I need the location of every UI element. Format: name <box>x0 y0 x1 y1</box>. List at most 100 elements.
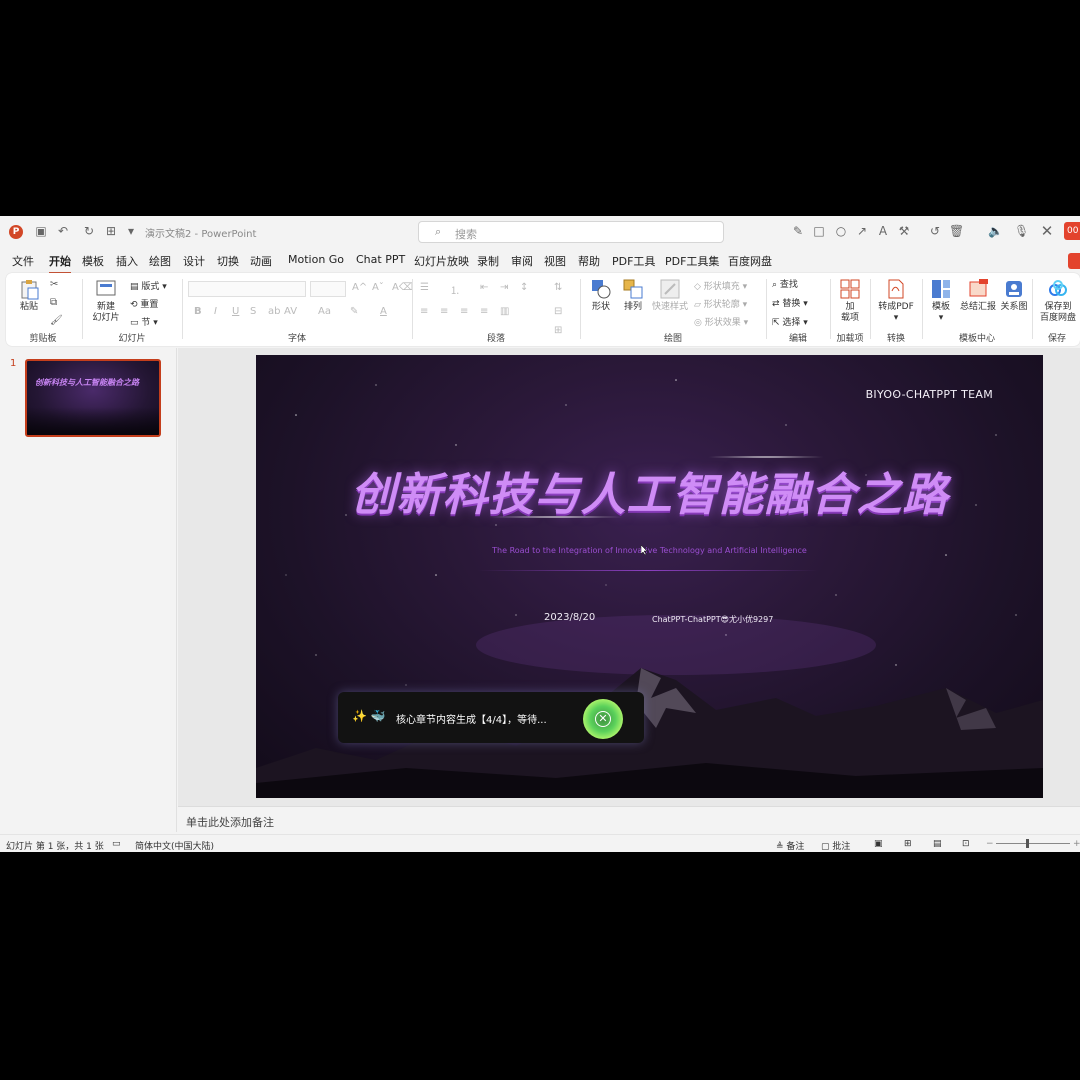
shapes-button[interactable]: 形状 <box>586 278 616 313</box>
highlight-icon[interactable]: ✎ <box>350 306 358 317</box>
tab-baidu-netdisk[interactable]: 百度网盘 <box>728 253 772 269</box>
slide-sorter-icon[interactable]: ⊞ <box>904 839 912 849</box>
accessibility-icon[interactable]: ▭ <box>112 839 121 849</box>
slide-canvas[interactable]: BIYOO-CHATPPT TEAM 创新科技与人工智能融合之路 The Roa… <box>256 355 1043 798</box>
slide-subtitle[interactable]: The Road to the Integration of Innovativ… <box>256 546 1043 555</box>
tab-templates[interactable]: 模板 <box>82 253 104 269</box>
align-right-icon[interactable]: ≡ <box>460 306 468 317</box>
tab-draw[interactable]: 绘图 <box>149 253 171 269</box>
tab-motion-go[interactable]: Motion Go <box>288 253 344 266</box>
notes-toggle[interactable]: ≜ 备注 <box>776 839 804 852</box>
font-size-select[interactable] <box>310 281 346 297</box>
undo-icon[interactable]: ↶ <box>56 224 70 238</box>
search-input[interactable]: ⌕ 搜索 <box>418 221 724 243</box>
underline-icon[interactable]: U <box>232 306 239 317</box>
close-icon[interactable]: ✕ <box>1040 224 1054 239</box>
slide-title[interactable]: 创新科技与人工智能融合之路 <box>256 458 1043 523</box>
tab-file[interactable]: 文件 <box>12 253 34 269</box>
italic-icon[interactable]: I <box>214 306 217 317</box>
new-slide-button[interactable]: 新建 幻灯片 <box>86 278 126 324</box>
shape-effects-button[interactable]: ◎ 形状效果 ▾ <box>694 315 748 328</box>
font-color-icon[interactable]: A <box>380 306 387 317</box>
trash-icon[interactable]: 🗑 <box>949 224 964 238</box>
change-case-icon[interactable]: Aa <box>318 306 331 317</box>
tab-pdf-tools[interactable]: PDF工具 <box>612 253 655 269</box>
text-icon[interactable]: A <box>876 224 890 238</box>
tab-design[interactable]: 设计 <box>183 253 205 269</box>
rectangle-icon[interactable]: □ <box>812 224 826 238</box>
layout-button[interactable]: ▤ 版式 ▾ <box>130 279 167 292</box>
tab-slideshow[interactable]: 幻灯片放映 <box>414 253 469 269</box>
text-direction-icon[interactable]: ⇅ <box>554 282 562 293</box>
undo-draw-icon[interactable]: ↺ <box>928 224 942 238</box>
quick-styles-button[interactable]: 快速样式 <box>650 278 690 313</box>
reset-button[interactable]: ⟲ 重置 <box>130 297 158 310</box>
char-spacing-icon[interactable]: AV <box>284 306 297 317</box>
present-icon[interactable]: ⊞ <box>104 224 118 238</box>
template-button[interactable]: 模板 ▾ <box>926 278 956 324</box>
strikethrough-icon[interactable]: ab <box>268 306 280 317</box>
zoom-out-icon[interactable]: − <box>986 839 994 849</box>
find-button[interactable]: ⌕ 查找 <box>772 277 798 290</box>
format-painter-icon[interactable]: 🖌 <box>50 315 63 326</box>
align-center-icon[interactable]: ≡ <box>440 306 448 317</box>
slideshow-view-icon[interactable]: ⊡ <box>962 839 970 849</box>
speaker-icon[interactable]: 🔈 <box>988 224 1003 238</box>
reading-view-icon[interactable]: ▤ <box>933 839 942 849</box>
comments-toggle[interactable]: ▢ 批注 <box>821 839 850 852</box>
zoom-slider-thumb[interactable] <box>1026 839 1029 848</box>
tab-transitions[interactable]: 切换 <box>217 253 239 269</box>
justify-icon[interactable]: ≡ <box>480 306 488 317</box>
normal-view-icon[interactable]: ▣ <box>874 839 883 849</box>
customize-qat-icon[interactable]: ▾ <box>124 224 138 238</box>
decrease-font-icon[interactable]: Aˇ <box>372 282 384 293</box>
line-spacing-icon[interactable]: ↕ <box>520 282 528 293</box>
zoom-in-icon[interactable]: + <box>1073 839 1080 849</box>
slide-editing-area[interactable]: BIYOO-CHATPPT TEAM 创新科技与人工智能融合之路 The Roa… <box>178 348 1080 806</box>
bullets-icon[interactable]: ☰ <box>420 282 429 293</box>
tab-home[interactable]: 开始 <box>49 253 71 274</box>
addins-button[interactable]: 加载项 <box>834 278 866 324</box>
increase-indent-icon[interactable]: ⇥ <box>500 282 508 293</box>
tab-chat-ppt[interactable]: Chat PPT <box>356 253 405 266</box>
notes-pane[interactable]: 单击此处添加备注 <box>178 806 1080 832</box>
save-to-baidu-button[interactable]: 保存到 百度网盘 <box>1036 278 1080 324</box>
cancel-generation-button[interactable]: ✕ <box>583 699 623 739</box>
replace-button[interactable]: ⇄ 替换 ▾ <box>772 296 808 309</box>
columns-icon[interactable]: ▥ <box>500 306 509 317</box>
tab-animations[interactable]: 动画 <box>250 253 272 269</box>
pen-icon[interactable]: ✎ <box>791 224 805 238</box>
tab-record[interactable]: 录制 <box>477 253 499 269</box>
numbering-icon[interactable]: ⒈ <box>450 282 460 297</box>
zoom-slider[interactable] <box>996 843 1070 844</box>
increase-font-icon[interactable]: A^ <box>352 282 367 293</box>
save-icon[interactable]: ▣ <box>34 224 48 238</box>
tab-view[interactable]: 视图 <box>544 253 566 269</box>
bold-icon[interactable]: B <box>194 306 202 317</box>
arrow-icon[interactable]: ↗ <box>855 224 869 238</box>
font-family-select[interactable] <box>188 281 306 297</box>
shape-outline-button[interactable]: ▱ 形状轮廓 ▾ <box>694 297 747 310</box>
tab-insert[interactable]: 插入 <box>116 253 138 269</box>
tab-review[interactable]: 审阅 <box>511 253 533 269</box>
circle-icon[interactable]: ○ <box>834 224 848 238</box>
relation-diagram-button[interactable]: 关系图 <box>998 278 1030 313</box>
clear-format-icon[interactable]: A⌫ <box>392 282 413 293</box>
summary-report-button[interactable]: 总结汇报 <box>958 278 998 313</box>
align-text-icon[interactable]: ⊟ <box>554 306 562 317</box>
paste-button[interactable]: 粘贴 <box>14 278 44 313</box>
slide-thumbnail[interactable]: 创新科技与人工智能融合之路 <box>25 359 161 437</box>
share-button[interactable] <box>1068 253 1080 269</box>
recording-badge[interactable]: 00 <box>1064 222 1080 240</box>
magic-wand-icon[interactable]: ⚒ <box>897 224 911 238</box>
convert-to-pdf-button[interactable]: 转成PDF ▾ <box>874 278 918 324</box>
microphone-icon[interactable]: 🎙 <box>1014 224 1029 238</box>
decrease-indent-icon[interactable]: ⇤ <box>480 282 488 293</box>
shadow-icon[interactable]: S <box>250 306 256 317</box>
cut-icon[interactable]: ✂ <box>50 279 58 290</box>
tab-help[interactable]: 帮助 <box>578 253 600 269</box>
arrange-button[interactable]: 排列 <box>618 278 648 313</box>
tab-pdf-toolset[interactable]: PDF工具集 <box>665 253 719 269</box>
copy-icon[interactable]: ⧉ <box>50 297 57 308</box>
shape-fill-button[interactable]: ◇ 形状填充 ▾ <box>694 279 747 292</box>
